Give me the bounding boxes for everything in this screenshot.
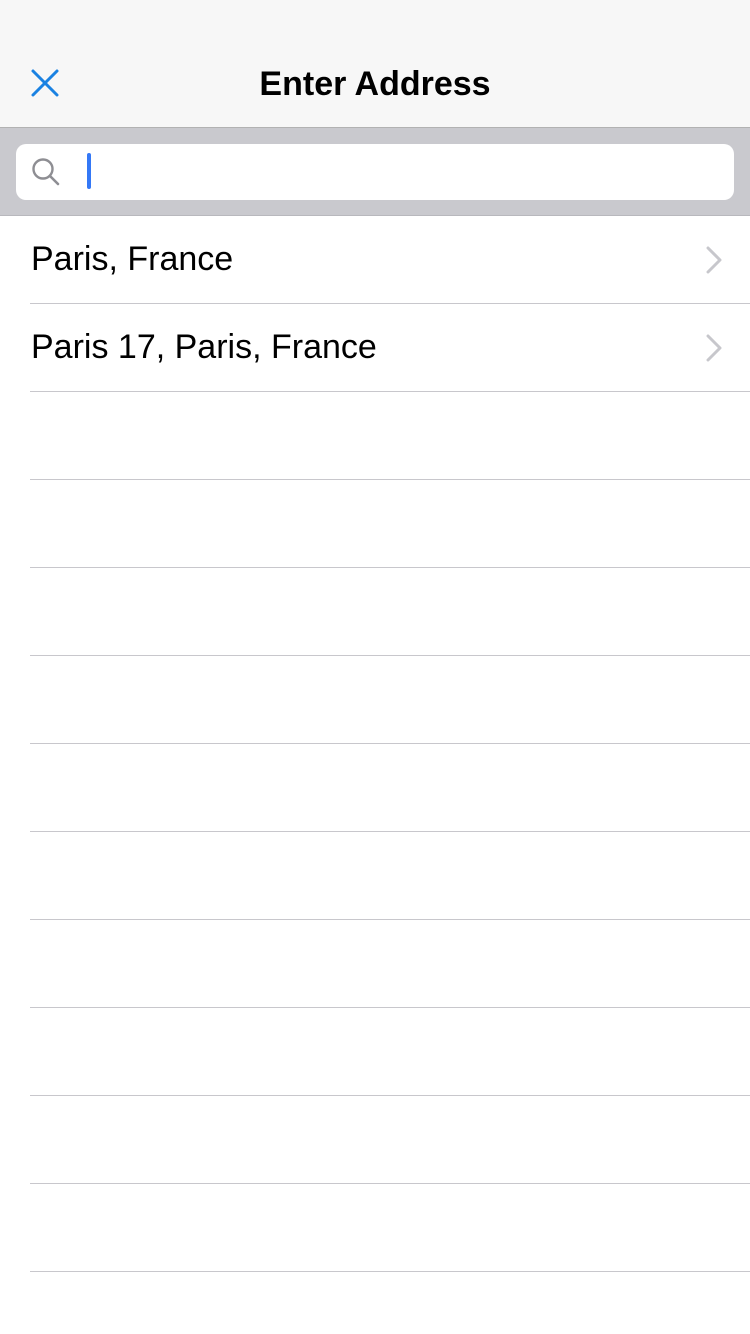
empty-row: [30, 480, 750, 568]
empty-row: [30, 832, 750, 920]
search-input[interactable]: [72, 148, 722, 196]
list-item[interactable]: Paris 17, Paris, France: [30, 304, 750, 392]
search-field[interactable]: [16, 144, 734, 200]
navigation-bar: Enter Address: [0, 0, 750, 128]
chevron-right-icon: [706, 246, 722, 274]
empty-row: [30, 744, 750, 832]
empty-row: [30, 392, 750, 480]
search-bar: [0, 128, 750, 216]
chevron-right-icon: [706, 334, 722, 362]
page-title: Enter Address: [259, 65, 491, 103]
empty-row: [30, 1008, 750, 1096]
empty-row: [30, 656, 750, 744]
empty-row: [30, 920, 750, 1008]
empty-row: [30, 568, 750, 656]
search-icon: [32, 158, 60, 186]
empty-row: [30, 1096, 750, 1184]
empty-row: [30, 1184, 750, 1272]
list-item-label: Paris 17, Paris, France: [31, 328, 377, 366]
address-results-list: Paris, France Paris 17, Paris, France: [0, 216, 750, 1272]
list-item-label: Paris, France: [31, 240, 234, 278]
list-item[interactable]: Paris, France: [30, 216, 750, 304]
text-cursor: [87, 153, 91, 189]
